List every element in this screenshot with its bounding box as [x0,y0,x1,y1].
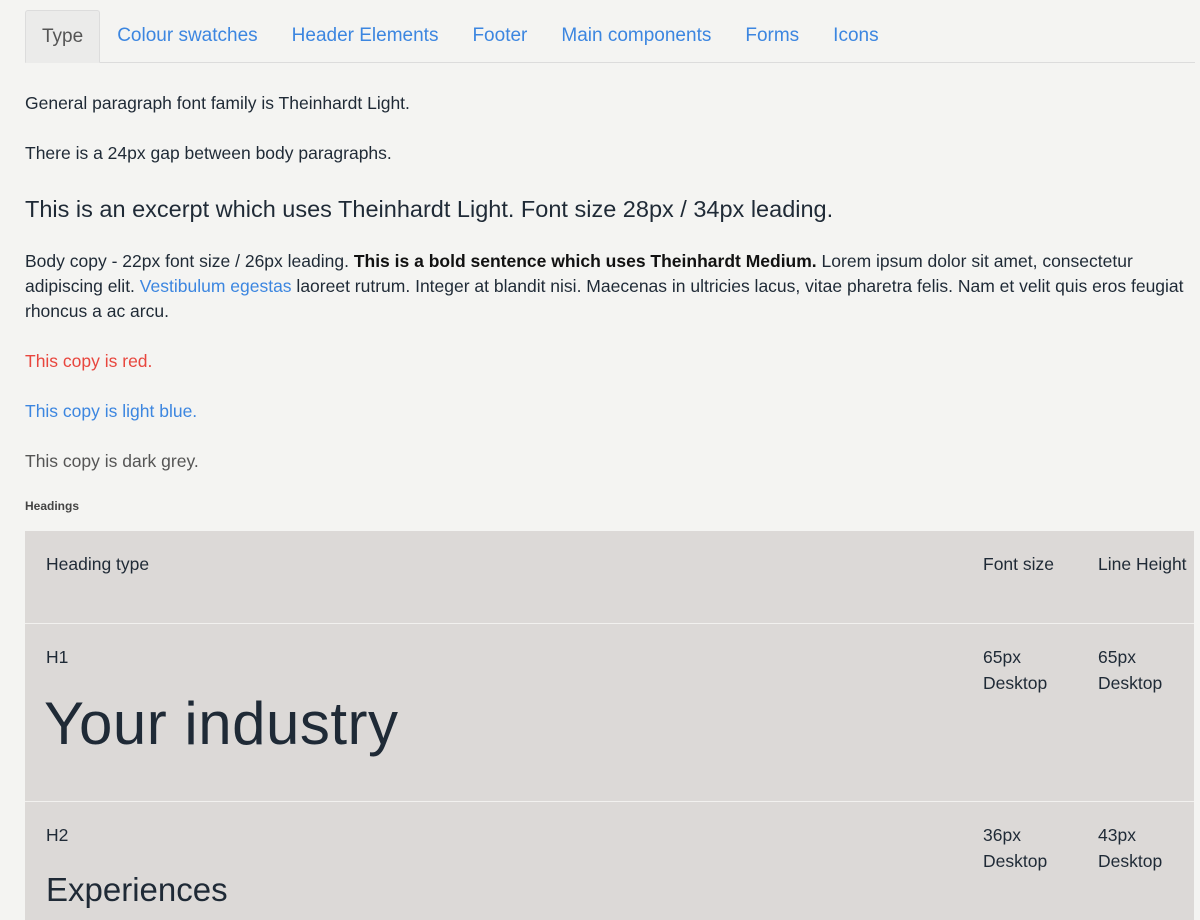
tab-header-elements[interactable]: Header Elements [275,10,456,61]
h2-line-height: 43px Desktop [1098,825,1163,871]
h1-sample: Your industry [44,690,399,757]
column-heading-type: Heading type [46,554,150,574]
body-copy-paragraph: Body copy - 22px font size / 26px leadin… [25,249,1195,324]
table-header-row: Heading type Font size Line Height [25,531,1194,624]
tab-icons[interactable]: Icons [816,10,895,61]
headings-table: Heading type Font size Line Height H1 Yo… [25,531,1194,920]
h1-font-size: 65px Desktop [983,647,1048,693]
h2-font-size: 36px Desktop [983,825,1048,871]
tab-type[interactable]: Type [25,10,101,63]
red-copy: This copy is red. [25,351,153,371]
column-line-height: Line Height [1098,554,1187,574]
light-blue-copy: This copy is light blue. [25,401,198,421]
style-guide-page: Type Colour swatches Header Elements Foo… [0,0,1200,920]
tab-bar: Type Colour swatches Header Elements Foo… [25,10,1195,63]
tab-footer[interactable]: Footer [455,10,544,61]
tab-colour-swatches[interactable]: Colour swatches [100,10,274,61]
body-copy-lead: Body copy - 22px font size / 26px leadin… [25,251,354,271]
excerpt-text: This is an excerpt which uses Theinhardt… [25,196,834,222]
tab-main-components[interactable]: Main components [544,10,728,61]
tab-forms[interactable]: Forms [728,10,816,61]
vestibulum-link[interactable]: Vestibulum egestas [140,276,292,296]
paragraph-font-family: General paragraph font family is Theinha… [25,93,410,113]
heading-type-h1: H1 [46,647,69,667]
heading-type-h2: H2 [46,825,69,845]
h2-sample: Experiences [46,871,228,908]
dark-grey-copy: This copy is dark grey. [25,451,199,471]
paragraph-gap-note: There is a 24px gap between body paragra… [25,143,392,163]
body-copy-bold: This is a bold sentence which uses Thein… [353,251,817,271]
column-font-size: Font size [983,554,1054,574]
h1-line-height: 65px Desktop [1098,647,1163,693]
table-row: H1 Your industry 65px Desktop 65px Deskt… [25,624,1194,802]
table-row: H2 Experiences 36px Desktop 43px Desktop [25,802,1194,920]
headings-label: Headings [25,499,80,513]
